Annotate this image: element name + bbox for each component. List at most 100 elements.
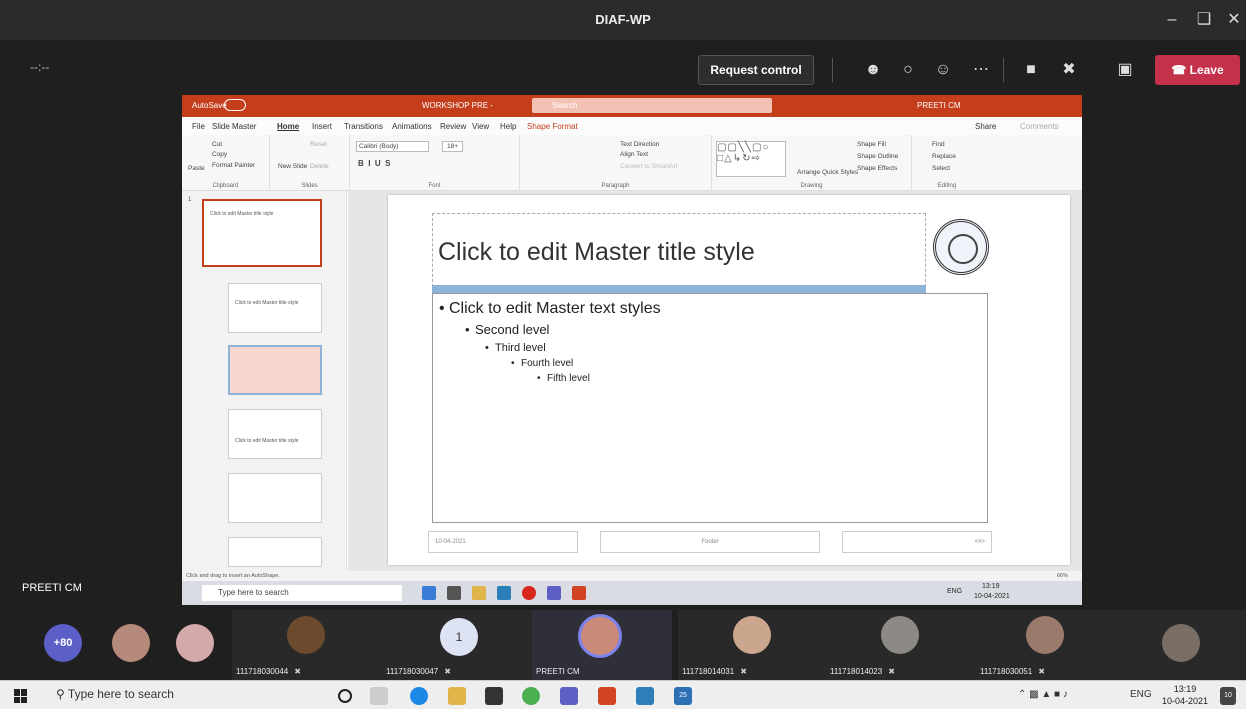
font-size-select[interactable]: 18+ [442,141,464,152]
app-icon [447,586,461,600]
shape-outline-button[interactable]: Shape Outline [857,153,898,160]
windows-start-icon[interactable] [14,689,28,703]
maximize-icon[interactable]: ❑ [1190,8,1218,32]
font-name-select[interactable]: Calibri (Body) [356,141,430,152]
taskbar-clock[interactable]: 13:19 10-04-2021 [1160,683,1210,707]
file-explorer-icon[interactable] [448,687,466,705]
quick-styles-button[interactable]: Quick Styles [822,169,858,176]
participant-tile[interactable] [1116,610,1246,680]
participant-tile[interactable]: 1 111718030047 ✖ [382,610,532,680]
slide-thumbnails-pane: 1 Click to edit Master title style Click… [182,191,347,571]
divider [832,58,833,82]
date-placeholder[interactable]: 10-04-2021 [428,531,578,553]
store-icon[interactable] [485,687,503,705]
thumbnail-layout[interactable] [228,473,322,523]
reset-button[interactable]: Reset [310,141,327,148]
mic-off-icon: ✖ [740,667,747,676]
comments-link[interactable]: Comments [1020,122,1059,131]
select-button[interactable]: Select [932,165,950,172]
participant-avatar[interactable] [176,624,214,662]
thumbnail-layout[interactable] [228,537,322,567]
tab-home[interactable]: Home [277,122,299,131]
notifications-icon[interactable]: 10 [1220,687,1236,705]
tab-view[interactable]: View [472,122,489,131]
participant-id: 111718014023 [830,667,883,676]
tab-shape-format[interactable]: Shape Format [527,122,578,131]
tab-file[interactable]: File [192,122,205,131]
app-badge-icon[interactable]: 25 [674,687,692,705]
chrome-icon[interactable] [522,687,540,705]
cortana-icon[interactable] [338,689,352,703]
copy-button[interactable]: Copy [212,151,227,158]
thumbnail-layout[interactable]: Click to edit Master title style [228,409,322,459]
delete-button[interactable]: Delete [310,163,329,170]
ppt-search-box[interactable]: Search [532,98,772,113]
thumbnail-text: Click to edit Master title style [235,300,299,306]
tab-help[interactable]: Help [500,122,516,131]
share-screen-icon[interactable]: ▣ [1112,57,1138,83]
slide-master[interactable]: Click to edit Master title style Click t… [388,195,1070,565]
format-painter-button[interactable]: Format Painter [212,162,255,169]
teams-icon[interactable] [560,687,578,705]
align-text-button[interactable]: Align Text [620,151,648,158]
participant-photo [578,614,622,658]
new-slide-button[interactable]: New Slide [278,163,307,170]
tab-review[interactable]: Review [440,122,466,131]
autosave-label: AutoSave [192,101,227,110]
footer-placeholder[interactable]: Footer [600,531,820,553]
autosave-toggle[interactable] [224,99,246,111]
close-icon[interactable]: ✕ [1220,8,1246,32]
minimize-icon[interactable]: – [1158,8,1186,32]
bold-button[interactable]: B I U S [358,159,390,168]
paste-button[interactable]: Paste [188,165,205,172]
powerpoint-icon[interactable] [598,687,616,705]
find-button[interactable]: Find [932,141,945,148]
body-placeholder[interactable]: Click to edit Master text styles Second … [432,293,988,523]
convert-smartart-button[interactable]: Convert to SmartArt [620,163,677,170]
thumbnail-layout[interactable] [228,345,322,395]
tab-slide-master[interactable]: Slide Master [212,122,256,131]
shape-effects-button[interactable]: Shape Effects [857,165,897,172]
cut-button[interactable]: Cut [212,141,222,148]
task-view-icon[interactable] [370,687,388,705]
zoom-level[interactable]: 66% [1057,573,1068,579]
participant-tile[interactable]: 111718014031 ✖ [678,610,826,680]
taskbar-search[interactable]: ⚲ Type here to search [56,687,174,701]
reactions-icon[interactable]: ☺ [930,57,956,83]
shape-fill-button[interactable]: Shape Fill [857,141,886,148]
people-icon[interactable]: ☻ [860,57,886,83]
tab-insert[interactable]: Insert [312,122,332,131]
language-indicator[interactable]: ENG [1130,689,1152,700]
participant-avatar[interactable] [112,624,150,662]
request-control-button[interactable]: Request control [698,55,814,85]
more-options-icon[interactable]: ⋯ [968,57,994,83]
participant-name: 111718030047 ✖ [386,667,451,676]
mic-off-icon[interactable]: ✖ [1056,57,1082,83]
app-icon[interactable] [636,687,654,705]
status-hint: Click and drag to insert an AutoShape. [186,573,280,579]
participant-tile[interactable]: 111718030051 ✖ [976,610,1116,680]
overflow-count-avatar[interactable]: +80 [44,624,82,662]
participant-tile-active[interactable]: PREETI CM [532,610,672,680]
leave-button[interactable]: ☎ Leave [1155,55,1240,85]
thumbnail-layout[interactable]: Click to edit Master title style [228,283,322,333]
title-placeholder[interactable]: Click to edit Master title style [432,213,926,287]
edge-icon[interactable] [410,687,428,705]
camera-off-icon[interactable]: ■ [1018,57,1044,83]
replace-button[interactable]: Replace [932,153,956,160]
slide-number-placeholder[interactable]: <#> [842,531,992,553]
chat-icon[interactable]: ○ [895,57,921,83]
ppt-search-text: Search [552,101,578,110]
mic-off-icon: ✖ [888,667,895,676]
text-direction-button[interactable]: Text Direction [620,141,659,148]
participant-tile[interactable]: 111718030044 ✖ [232,610,382,680]
arrange-button[interactable]: Arrange [797,169,820,176]
ppt-titlebar: AutoSave WORKSHOP PRE - Search PREETI CM [182,95,1082,117]
opera-icon [522,586,536,600]
participant-tile[interactable]: 111718014023 ✖ [826,610,976,680]
tab-animations[interactable]: Animations [392,122,432,131]
thumbnail-master[interactable]: Click to edit Master title style [202,199,322,267]
share-link[interactable]: Share [975,122,996,131]
tab-transitions[interactable]: Transitions [344,122,383,131]
tray-icons[interactable]: ⌃ ▩ ▲ ■ ♪ [1018,689,1068,700]
